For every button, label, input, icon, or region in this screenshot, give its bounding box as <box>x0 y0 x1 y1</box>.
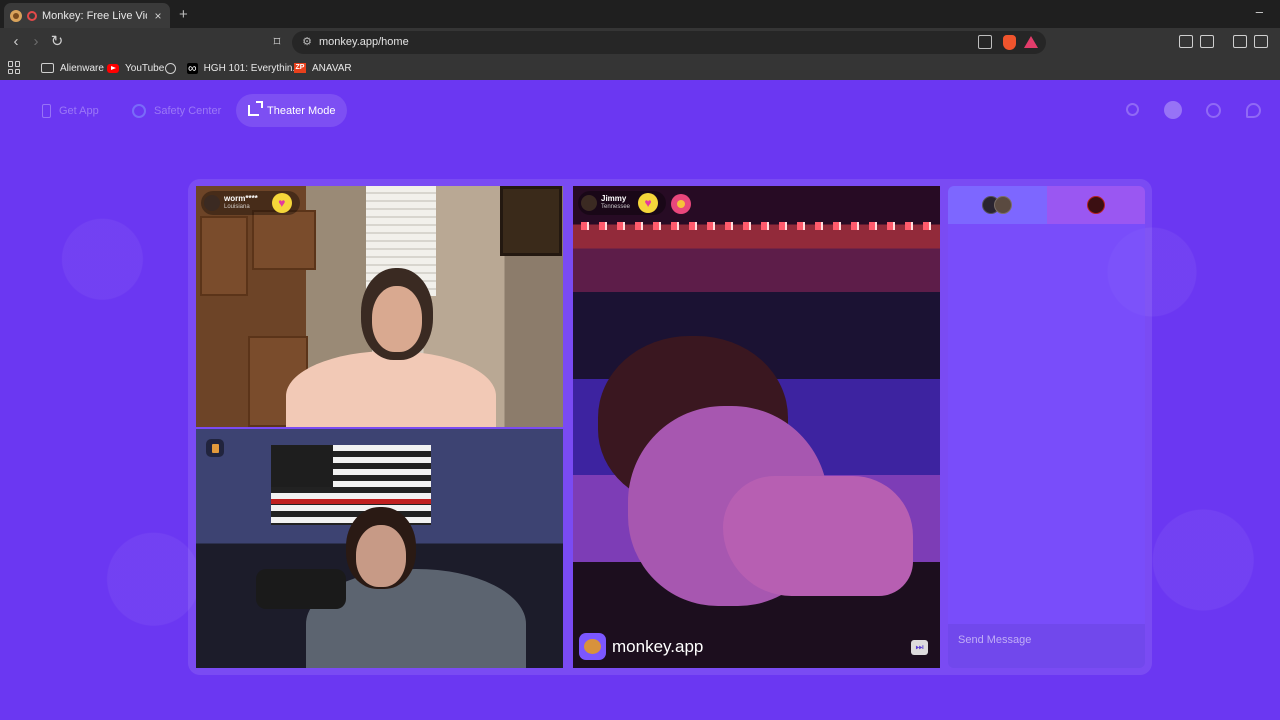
search-icon[interactable] <box>1126 103 1139 116</box>
get-app-button[interactable]: Get App <box>30 94 111 127</box>
watermark-text: monkey.app <box>612 636 704 656</box>
folder-icon <box>41 63 54 73</box>
address-bar[interactable]: ⚙ monkey.app/home <box>292 31 1046 54</box>
bookmark-youtube[interactable]: YouTube <box>107 56 164 80</box>
send-message-input[interactable]: Send Message <box>948 624 1145 668</box>
chat-tabs <box>948 186 1145 224</box>
heart-icon[interactable]: ♥ <box>271 193 292 213</box>
theater-mode-button[interactable]: Theater Mode <box>236 94 348 127</box>
chat-panel: Send Message <box>948 186 1145 668</box>
person-face <box>372 286 422 352</box>
sidebar-icon[interactable] <box>1233 35 1247 48</box>
user-avatar <box>581 195 597 211</box>
bookmark-label: YouTube <box>125 62 165 74</box>
tab-title: Monkey: Free Live Video Chat <box>42 9 147 22</box>
kitchen-cabinet <box>252 210 316 270</box>
apps-grid-icon[interactable] <box>8 61 21 74</box>
camera-badge-icon <box>206 439 224 457</box>
chat-tab-pair[interactable] <box>948 186 1047 224</box>
globe-icon <box>165 62 176 74</box>
person-body <box>286 351 496 427</box>
safety-center-label: Safety Center <box>154 104 222 117</box>
video-feed-top-left[interactable]: worm**** Louisiana ♥ <box>196 186 563 427</box>
bookmark-globe[interactable] <box>165 56 182 80</box>
bookmark-label: ANAVAR <box>312 62 352 74</box>
person-hand <box>723 476 913 596</box>
video-feed-bottom-left[interactable] <box>196 429 563 668</box>
heart-icon[interactable]: ♥ <box>638 193 659 213</box>
badge-icon <box>671 194 691 214</box>
recording-icon <box>27 10 37 21</box>
monkey-page: Get App Safety Center Theater Mode worm*… <box>0 80 1280 720</box>
led-strip <box>581 222 936 230</box>
user-name: worm**** <box>224 194 258 203</box>
flag <box>271 445 431 525</box>
forward-icon[interactable]: › <box>28 34 44 50</box>
user-avatar <box>204 195 220 211</box>
back-icon[interactable]: ‹ <box>8 34 24 50</box>
user-badge: worm**** Louisiana ♥ <box>201 191 300 215</box>
avatar <box>994 196 1013 214</box>
share-icon[interactable] <box>978 35 992 49</box>
browser-toolbar: ‹ › ↻ ⌑ ⚙ monkey.app/home <box>0 28 1280 56</box>
video-feed-partner[interactable]: Jimmy Tennessee ♥ monkey.app ⏭ <box>573 186 940 668</box>
phone-icon <box>42 103 51 118</box>
tab-strip: Monkey: Free Live Video Chat × + – <box>0 0 1280 28</box>
reload-icon[interactable]: ↻ <box>49 34 65 50</box>
brave-shields-icon[interactable] <box>1003 35 1016 50</box>
bookmark-hgh[interactable]: ∞ HGH 101: Everythin... <box>187 56 301 80</box>
monkey-favicon-icon <box>10 9 22 22</box>
wallet-icon[interactable] <box>1254 35 1268 48</box>
minimize-button[interactable]: – <box>1256 4 1263 19</box>
microphone-arm <box>256 569 346 609</box>
user-location: Louisiana <box>224 204 250 210</box>
screenshot-icon[interactable] <box>1200 35 1214 48</box>
new-tab-button[interactable]: + <box>179 6 188 23</box>
kitchen-cabinet <box>200 216 248 296</box>
expand-icon <box>248 101 263 116</box>
profile-avatar-icon[interactable] <box>1164 101 1182 119</box>
user-name: Jimmy <box>601 194 627 203</box>
wall-frame <box>500 186 562 256</box>
url-text: monkey.app/home <box>319 36 409 48</box>
bookmark-label: Alienware <box>60 62 104 74</box>
bookmark-alienware[interactable]: Alienware <box>41 56 104 80</box>
monkey-watermark: monkey.app <box>579 633 703 660</box>
browser-tab[interactable]: Monkey: Free Live Video Chat × <box>4 3 170 28</box>
bookmark-anavar[interactable]: ZP ANAVAR <box>294 56 352 80</box>
bookmarks-bar: Alienware YouTube ∞ HGH 101: Everythin..… <box>0 56 1280 80</box>
skip-icon[interactable]: ⏭ <box>911 640 928 655</box>
monkey-logo-icon <box>579 633 606 660</box>
bookmark-icon[interactable]: ⌑ <box>269 34 285 50</box>
user-location: Tennessee <box>601 204 631 210</box>
extensions-icon[interactable] <box>1179 35 1193 48</box>
avatar <box>1086 196 1105 214</box>
site-settings-icon[interactable]: ⚙ <box>300 35 314 49</box>
user-badge: Jimmy Tennessee ♥ <box>578 191 667 215</box>
zp-icon: ZP <box>294 63 306 73</box>
bookmark-label: HGH 101: Everythin... <box>203 62 301 74</box>
get-app-label: Get App <box>59 104 99 117</box>
theater-mode-label: Theater Mode <box>267 104 336 117</box>
tab-close-icon[interactable]: × <box>152 9 164 23</box>
infinity-icon: ∞ <box>187 60 198 75</box>
chat-tab-partner[interactable] <box>1046 186 1145 224</box>
messages-icon[interactable] <box>1246 103 1261 118</box>
person-face <box>356 525 406 587</box>
history-clock-icon[interactable] <box>1206 103 1221 118</box>
shield-icon <box>132 103 146 118</box>
brave-rewards-icon[interactable] <box>1024 36 1038 48</box>
safety-center-button[interactable]: Safety Center <box>120 94 233 127</box>
youtube-icon <box>107 63 119 73</box>
